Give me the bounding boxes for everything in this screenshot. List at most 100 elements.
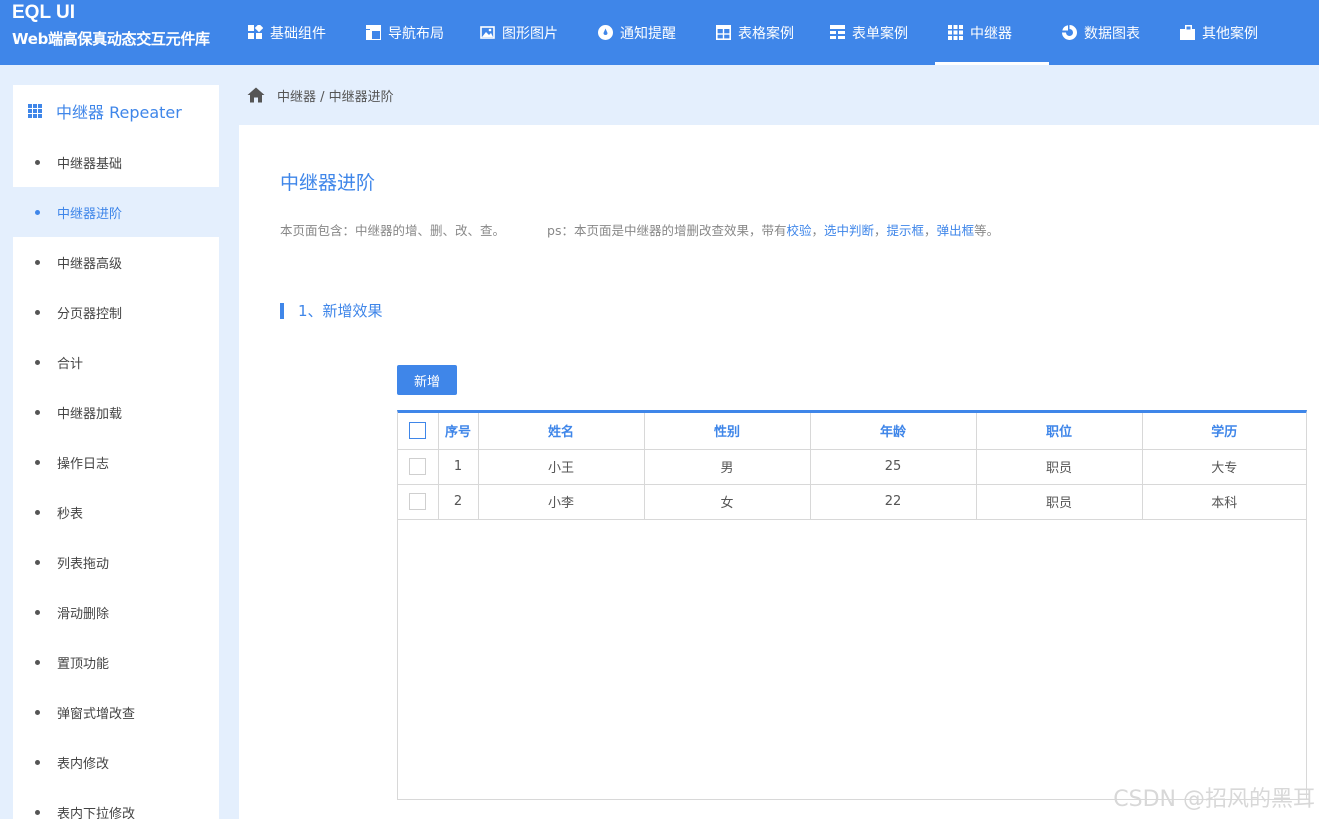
column-header: 序号 (438, 413, 479, 450)
nav-item-layout[interactable]: 导航布局 (353, 0, 467, 65)
section-marker (280, 302, 284, 319)
sidebar-item-repeater-basic[interactable]: 中继器基础 (13, 137, 219, 187)
form-icon (830, 25, 845, 39)
nav-item-other[interactable]: 其他案例 (1167, 0, 1281, 65)
link-validation[interactable]: 校验 (786, 223, 811, 238)
chart-icon (1062, 25, 1077, 40)
link-popup[interactable]: 弹出框 (937, 223, 975, 238)
brand-subtitle: Web端高保真动态交互元件库 (12, 30, 210, 48)
nav-label: 表格案例 (738, 25, 794, 42)
row-select-cell (398, 449, 439, 485)
section-title: 1、新增效果 (298, 302, 383, 320)
sidebar-item-repeater-advanced[interactable]: 中继器进阶 (0, 187, 219, 237)
brand[interactable]: EQL UI Web端高保真动态交互元件库 (12, 2, 210, 50)
bullet-icon (35, 309, 40, 315)
nav-item-charts[interactable]: 数据图表 (1049, 0, 1167, 65)
sidebar-item-drag[interactable]: 列表拖动 (13, 537, 219, 587)
nav-item-images[interactable]: 图形图片 (467, 0, 585, 65)
sidebar-item-label: 滑动删除 (57, 606, 110, 622)
bullet-icon (35, 559, 40, 565)
column-header: 职位 (976, 413, 1143, 450)
top-navbar: EQL UI Web端高保真动态交互元件库 基础组件 导航布局 图形图片 通知提… (0, 0, 1319, 65)
table-cell: 2 (438, 484, 479, 520)
table-icon (716, 25, 731, 40)
main-nav: 基础组件 导航布局 图形图片 通知提醒 表格案例 表单案例 中继器 数据图表 其… (235, 0, 1281, 65)
breadcrumb-text[interactable]: 中继器 / 中继器进阶 (277, 86, 394, 105)
bullet-icon (35, 209, 40, 215)
table-row[interactable]: 2 小李 女 22 职员 本科 (398, 484, 1306, 520)
sidebar-item-label: 表内修改 (57, 756, 110, 772)
sidebar-item-total[interactable]: 合计 (13, 337, 219, 387)
table-cell: 本科 (1142, 484, 1306, 520)
sidebar-item-log[interactable]: 操作日志 (13, 437, 219, 487)
sidebar-item-label: 操作日志 (57, 456, 110, 472)
sidebar-item-loading[interactable]: 中继器加载 (13, 387, 219, 437)
bullet-icon (35, 609, 40, 615)
bullet-icon (35, 509, 40, 515)
bullet-icon (35, 459, 40, 465)
brand-title: EQL UI (12, 2, 75, 23)
desc-ps: ps：本页面是中继器的增删改查效果，带有 (547, 223, 787, 238)
sidebar-item-label: 中继器基础 (57, 156, 123, 172)
table-cell: 小李 (478, 484, 645, 520)
select-all-cell (398, 413, 439, 450)
sidebar-header[interactable]: 中继器 Repeater (13, 85, 219, 137)
sidebar-item-label: 表内下拉修改 (57, 806, 136, 819)
nav-item-notify[interactable]: 通知提醒 (585, 0, 703, 65)
section-heading: 1、新增效果 (280, 300, 383, 321)
table-cell: 大专 (1142, 449, 1306, 485)
components-icon (248, 25, 263, 39)
row-checkbox[interactable] (409, 493, 427, 510)
nav-label: 其他案例 (1202, 25, 1258, 42)
nav-label: 数据图表 (1084, 25, 1140, 42)
link-selection[interactable]: 选中判断 (824, 223, 874, 238)
sidebar-item-pin-top[interactable]: 置顶功能 (13, 637, 219, 687)
bullet-icon (35, 409, 40, 415)
home-icon[interactable] (247, 87, 265, 103)
nav-item-repeater[interactable]: 中继器 (935, 0, 1049, 65)
nav-label: 中继器 (970, 25, 1012, 42)
page-title: 中继器进阶 (280, 172, 376, 194)
nav-item-tables[interactable]: 表格案例 (703, 0, 817, 65)
page-description: 本页面包含：中继器的增、删、改、查。 ps：本页面是中继器的增删改查效果，带有校验… (280, 223, 1000, 238)
sidebar-item-pager[interactable]: 分页器控制 (13, 287, 219, 337)
bullet-icon (35, 259, 40, 265)
link-tooltip[interactable]: 提示框 (887, 223, 925, 238)
bullet-icon (35, 759, 40, 765)
nav-label: 图形图片 (502, 25, 558, 42)
sidebar-item-swipe-delete[interactable]: 滑动删除 (13, 587, 219, 637)
sidebar-item-label: 秒表 (57, 506, 84, 522)
sidebar-item-inline-edit[interactable]: 表内修改 (13, 737, 219, 787)
select-all-checkbox[interactable] (409, 422, 427, 440)
bullet-icon (35, 159, 40, 165)
bullet-icon (35, 709, 40, 715)
sidebar-item-label: 中继器高级 (57, 256, 123, 272)
bullet-icon (35, 809, 40, 815)
sidebar: 中继器 Repeater 中继器基础 中继器进阶 中继器高级 分页器控制 合计 … (0, 85, 219, 819)
row-checkbox[interactable] (409, 458, 427, 475)
sidebar-item-repeater-expert[interactable]: 中继器高级 (13, 237, 219, 287)
table-cell: 男 (644, 449, 811, 485)
column-header: 性别 (644, 413, 811, 450)
table-row[interactable]: 1 小王 男 25 职员 大专 (398, 449, 1306, 485)
table-cell: 1 (438, 449, 479, 485)
nav-item-components[interactable]: 基础组件 (235, 0, 353, 65)
sidebar-item-inline-dropdown[interactable]: 表内下拉修改 (13, 787, 219, 819)
sidebar-item-label: 弹窗式增改查 (57, 706, 136, 722)
table-cell: 25 (810, 449, 977, 485)
add-button[interactable]: 新增 (397, 365, 457, 395)
sidebar-item-stopwatch[interactable]: 秒表 (13, 487, 219, 537)
sidebar-item-label: 列表拖动 (57, 556, 110, 572)
folder-icon (1180, 25, 1195, 40)
table-cell: 职员 (976, 484, 1143, 520)
sidebar-title: 中继器 Repeater (56, 103, 182, 122)
bullet-icon (35, 659, 40, 665)
image-icon (480, 26, 495, 39)
repeater-icon (948, 25, 963, 40)
grid-icon (28, 104, 42, 118)
sidebar-item-dialog-crud[interactable]: 弹窗式增改查 (13, 687, 219, 737)
column-header: 姓名 (478, 413, 645, 450)
bell-icon (598, 25, 613, 40)
nav-item-forms[interactable]: 表单案例 (817, 0, 935, 65)
desc-prefix: 本页面包含：中继器的增、删、改、查。 (280, 223, 506, 238)
